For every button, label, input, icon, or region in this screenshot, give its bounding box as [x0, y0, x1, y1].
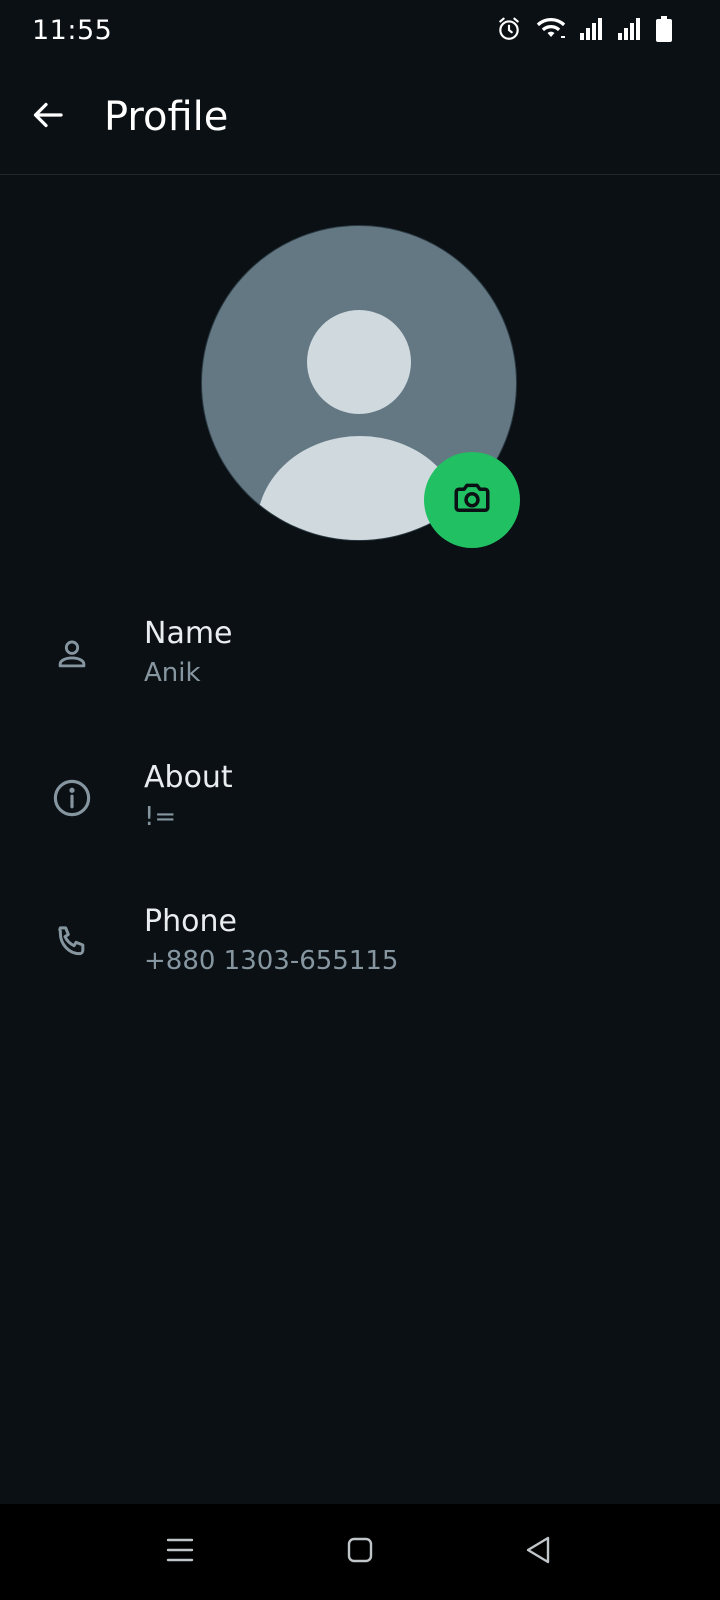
home-button[interactable] — [336, 1528, 384, 1576]
alarm-icon — [496, 16, 522, 42]
battery-icon — [656, 16, 672, 42]
page-title: Profile — [104, 94, 229, 140]
about-value: != — [144, 802, 177, 832]
system-nav-bar — [0, 1504, 720, 1600]
avatar-head — [307, 310, 411, 414]
person-icon — [50, 632, 94, 676]
phone-label: Phone — [144, 904, 237, 939]
phone-row[interactable]: Phone +880 1303-655115 — [0, 902, 720, 1032]
wifi-icon — [536, 17, 566, 41]
profile-screen: 11:55 Profile Name Anik About != Phone +… — [0, 0, 720, 1600]
phone-icon — [50, 920, 94, 964]
status-time: 11:55 — [32, 15, 113, 46]
system-back-button[interactable] — [514, 1528, 562, 1576]
name-row[interactable]: Name Anik — [0, 614, 720, 744]
menu-icon — [166, 1537, 194, 1567]
about-row[interactable]: About != — [0, 758, 720, 888]
back-button[interactable] — [22, 90, 76, 144]
camera-icon — [451, 477, 493, 523]
signal-icon — [580, 18, 604, 40]
signal-icon — [618, 18, 642, 40]
phone-value: +880 1303-655115 — [144, 946, 399, 976]
app-bar: Profile — [0, 66, 720, 175]
status-bar: 11:55 — [0, 0, 720, 66]
status-icons — [496, 16, 672, 42]
name-value: Anik — [144, 658, 201, 688]
home-icon — [347, 1537, 373, 1567]
about-label: About — [144, 760, 233, 795]
info-icon — [50, 776, 94, 820]
arrow-left-icon — [31, 97, 67, 137]
recent-apps-button[interactable] — [156, 1528, 204, 1576]
name-label: Name — [144, 616, 233, 651]
change-photo-button[interactable] — [424, 452, 520, 548]
back-triangle-icon — [524, 1535, 552, 1569]
